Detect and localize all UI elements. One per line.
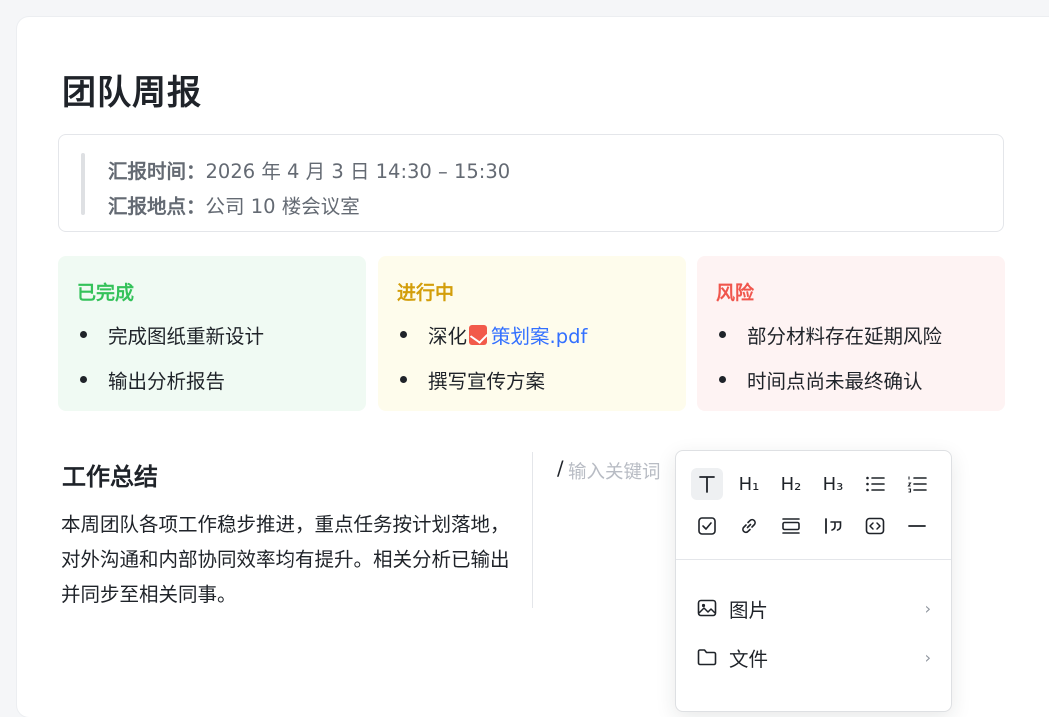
block-insert-menu: H₁ H₂ H₃ 图片 › 文件 ›	[675, 450, 952, 712]
ordered-list-icon[interactable]	[901, 468, 933, 500]
list-item: 完成图纸重新设计	[80, 320, 264, 349]
page-title: 团队周报	[62, 73, 202, 113]
slash-command[interactable]: /	[557, 457, 564, 480]
status-card-progress: 进行中 深化 策划案.pdf 撰写宣传方案	[378, 256, 686, 411]
bullet-dot	[80, 376, 87, 383]
report-time-row: 汇报时间：2026 年 4 月 3 日 14:30 – 15:30	[108, 155, 510, 184]
status-title-done: 已完成	[77, 282, 135, 304]
list-item: 时间点尚未最终确认	[719, 365, 923, 394]
report-info-block: 汇报时间：2026 年 4 月 3 日 14:30 – 15:30 汇报地点：公…	[58, 134, 1004, 232]
report-place-value: 公司 10 楼会议室	[205, 195, 360, 218]
chevron-right-icon: ›	[924, 647, 931, 667]
document-card: 团队周报 汇报时间：2026 年 4 月 3 日 14:30 – 15:30 汇…	[17, 17, 1049, 717]
status-card-done: 已完成 完成图纸重新设计 输出分析报告	[58, 256, 366, 411]
heading3-icon[interactable]: H₃	[817, 468, 849, 500]
list-item: 撰写宣传方案	[400, 365, 545, 394]
code-block-icon[interactable]	[859, 510, 891, 542]
status-card-risk: 风险 部分材料存在延期风险 时间点尚未最终确认	[697, 256, 1005, 411]
folder-icon	[697, 649, 717, 666]
bullet-dot	[719, 376, 726, 383]
menu-item-image[interactable]: 图片 ›	[676, 586, 951, 630]
bullet-dot	[400, 331, 407, 338]
chevron-right-icon: ›	[924, 598, 931, 618]
quote-bar	[81, 153, 85, 215]
menu-item-label: 文件	[729, 647, 769, 671]
summary-text[interactable]: 本周团队各项工作稳步推进，重点任务按计划落地，对外沟通和内部协同效率均有提升。相…	[61, 507, 523, 612]
callout-icon[interactable]	[775, 510, 807, 542]
heading2-icon[interactable]: H₂	[775, 468, 807, 500]
list-item: 深化 策划案.pdf	[400, 320, 587, 349]
menu-item-label: 图片	[729, 598, 769, 622]
text-icon[interactable]	[691, 468, 723, 500]
summary-title: 工作总结	[62, 463, 158, 491]
pdf-file-icon	[469, 324, 488, 345]
image-icon	[697, 599, 717, 617]
menu-item-file[interactable]: 文件 ›	[676, 635, 951, 679]
status-title-progress: 进行中	[397, 282, 455, 304]
bullet-dot	[719, 331, 726, 338]
report-place-label: 汇报地点：	[108, 195, 206, 218]
list-item-text: 输出分析报告	[108, 370, 226, 393]
quote-icon[interactable]	[817, 510, 849, 542]
report-time-label: 汇报时间：	[108, 160, 206, 183]
list-item: 输出分析报告	[80, 365, 225, 394]
list-item-text: 完成图纸重新设计	[108, 325, 265, 348]
report-time-value: 2026 年 4 月 3 日 14:30 – 15:30	[205, 160, 511, 183]
keyword-input-placeholder[interactable]: 输入关键词	[568, 458, 661, 484]
report-place-row: 汇报地点：公司 10 楼会议室	[108, 190, 360, 219]
divider-icon[interactable]	[901, 510, 933, 542]
list-item-text: 撰写宣传方案	[428, 370, 546, 393]
heading1-icon[interactable]: H₁	[733, 468, 765, 500]
list-item: 部分材料存在延期风险	[719, 320, 942, 349]
list-item-text: 部分材料存在延期风险	[747, 325, 943, 348]
bullet-list-icon[interactable]	[859, 468, 891, 500]
checkbox-icon[interactable]	[691, 510, 723, 542]
column-divider	[532, 452, 533, 608]
list-item-text: 时间点尚未最终确认	[747, 370, 923, 393]
bullet-dot	[400, 376, 407, 383]
status-title-risk: 风险	[716, 282, 755, 304]
list-item-text: 深化	[428, 325, 468, 348]
file-link[interactable]: 策划案.pdf	[491, 320, 587, 349]
bullet-dot	[80, 331, 87, 338]
menu-separator	[676, 559, 951, 560]
link-icon[interactable]	[733, 510, 765, 542]
